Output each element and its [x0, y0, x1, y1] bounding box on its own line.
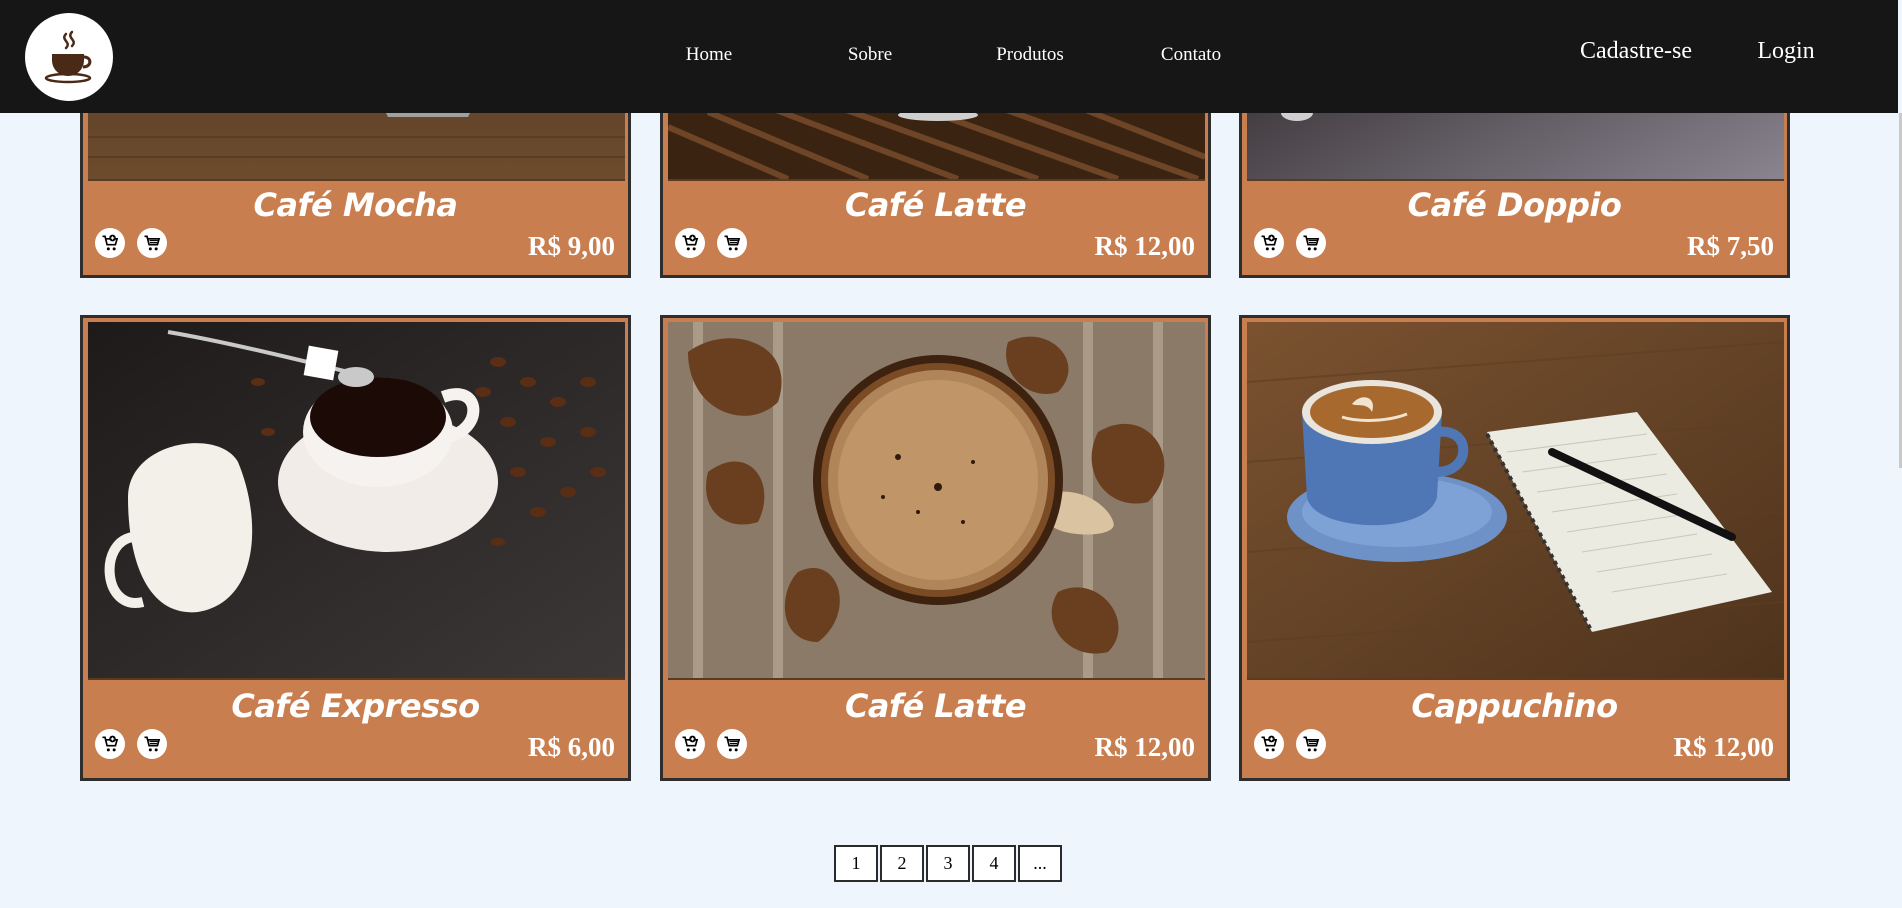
cart-button[interactable]: [717, 729, 747, 759]
cart-button[interactable]: [137, 729, 167, 759]
cart-icon: [724, 736, 741, 752]
signup-link[interactable]: Cadastre-se: [1580, 38, 1692, 65]
cart-button[interactable]: [717, 228, 747, 258]
cart-add-icon: [102, 735, 119, 752]
page-more-button[interactable]: ...: [1018, 845, 1062, 882]
coffee-cup-logo-icon: [44, 30, 92, 84]
page-1-button[interactable]: 1: [834, 845, 878, 882]
logo[interactable]: [25, 13, 113, 101]
cart-icon: [724, 235, 741, 251]
cart-icon: [144, 235, 161, 251]
product-card[interactable]: Cappuchino R$ 12,00: [1239, 315, 1790, 781]
scrollbar[interactable]: [1898, 0, 1902, 908]
cart-add-icon: [1261, 735, 1278, 752]
product-photo: [88, 322, 625, 680]
top-navbar: Home Sobre Produtos Contato Cadastre-se …: [0, 0, 1898, 113]
product-price: R$ 7,50: [1687, 231, 1774, 261]
product-name: Café Expresso: [231, 687, 480, 725]
cart-icon: [144, 736, 161, 752]
pagination: 1 2 3 4 ...: [834, 845, 1064, 882]
cart-icon: [1303, 736, 1320, 752]
add-to-cart-button[interactable]: [95, 729, 125, 759]
nav-sobre[interactable]: Sobre: [848, 44, 892, 66]
cart-add-icon: [682, 735, 699, 752]
product-card[interactable]: Café Latte R$ 12,00: [660, 315, 1211, 781]
product-price: R$ 12,00: [1094, 231, 1196, 261]
cart-add-icon: [1261, 234, 1278, 251]
cart-button[interactable]: [137, 228, 167, 258]
page-2-button[interactable]: 2: [880, 845, 924, 882]
product-name: Café Mocha: [253, 186, 458, 224]
product-name: Café Latte: [844, 186, 1027, 224]
add-to-cart-button[interactable]: [95, 228, 125, 258]
nav-produtos[interactable]: Produtos: [996, 44, 1064, 66]
cart-icon: [1303, 235, 1320, 251]
page-4-button[interactable]: 4: [972, 845, 1016, 882]
product-price: R$ 6,00: [528, 732, 615, 762]
add-to-cart-button[interactable]: [675, 729, 705, 759]
product-name: Café Doppio: [1407, 186, 1622, 224]
cart-add-icon: [682, 234, 699, 251]
page-3-button[interactable]: 3: [926, 845, 970, 882]
cart-button[interactable]: [1296, 228, 1326, 258]
login-link[interactable]: Login: [1757, 38, 1814, 65]
product-price: R$ 12,00: [1673, 732, 1775, 762]
nav-home[interactable]: Home: [686, 44, 732, 66]
product-name: Café Latte: [844, 687, 1027, 725]
product-name: Cappuchino: [1411, 687, 1618, 725]
product-card[interactable]: Café Expresso R$ 6,00: [80, 315, 631, 781]
add-to-cart-button[interactable]: [675, 228, 705, 258]
product-photo: [1247, 322, 1784, 680]
product-photo: [668, 322, 1205, 680]
cart-add-icon: [102, 234, 119, 251]
cart-button[interactable]: [1296, 729, 1326, 759]
product-price: R$ 12,00: [1094, 732, 1196, 762]
add-to-cart-button[interactable]: [1254, 729, 1284, 759]
nav-contato[interactable]: Contato: [1161, 44, 1221, 66]
product-price: R$ 9,00: [528, 231, 615, 261]
add-to-cart-button[interactable]: [1254, 228, 1284, 258]
